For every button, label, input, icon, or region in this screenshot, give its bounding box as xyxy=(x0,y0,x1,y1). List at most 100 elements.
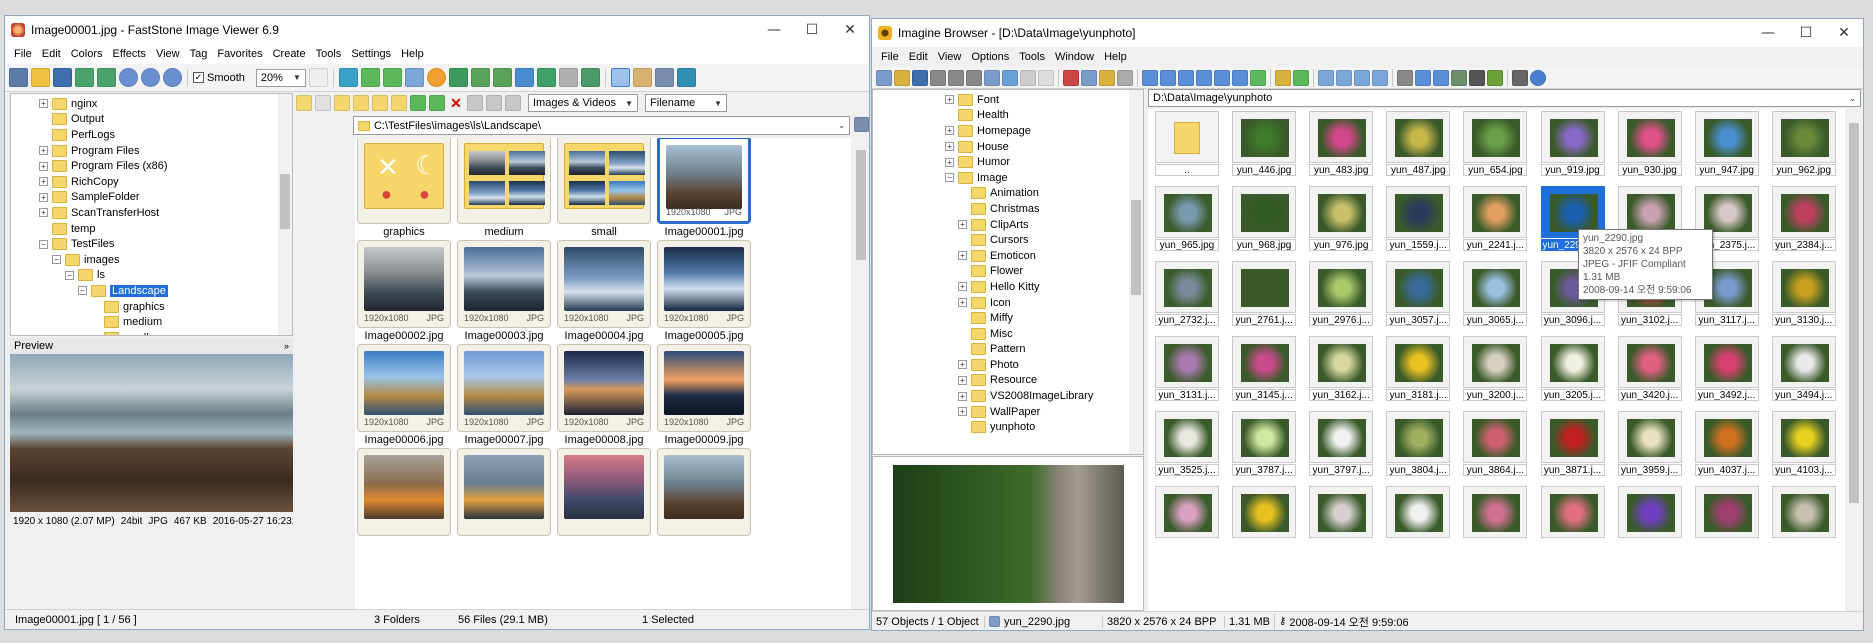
thumbnail-item[interactable]: 1920x1080 JPG xyxy=(457,344,551,432)
copy-icon[interactable] xyxy=(360,68,380,87)
collapse-icon[interactable]: − xyxy=(52,255,61,265)
tree-item[interactable]: small xyxy=(39,330,292,335)
rotate-right-icon[interactable] xyxy=(492,68,512,87)
filter-select[interactable]: Images & Videos ▼ xyxy=(528,94,638,112)
edit-icon[interactable] xyxy=(1512,69,1528,86)
copy-icon[interactable] xyxy=(1081,69,1097,86)
tree-item[interactable]: − ls xyxy=(39,268,292,284)
camera-icon[interactable] xyxy=(9,68,28,87)
tree-item[interactable]: temp xyxy=(39,221,292,237)
grid-item[interactable]: yun_2761.j... xyxy=(1232,261,1297,327)
thumbnail-item[interactable]: 1920x1080 JPG xyxy=(557,240,651,328)
grid-item[interactable]: yun_3492.j... xyxy=(1694,336,1759,402)
tree-item[interactable]: + House xyxy=(945,139,1143,155)
close-button[interactable]: ✕ xyxy=(831,22,869,38)
menu-item[interactable]: Colors xyxy=(66,48,108,60)
menu-item[interactable]: Tools xyxy=(1014,51,1050,63)
grid-item[interactable]: yun_3181.j... xyxy=(1386,336,1451,402)
tree-item[interactable]: + SampleFolder xyxy=(39,190,292,206)
batch-icon[interactable] xyxy=(1451,69,1467,86)
expand-icon[interactable]: + xyxy=(945,142,954,152)
grid-item[interactable]: yun_965.jpg xyxy=(1155,186,1219,252)
tree-scrollbar[interactable] xyxy=(1129,90,1143,454)
thumbnail-item[interactable]: 1920x1080 JPG xyxy=(657,344,751,432)
hand-tool-icon[interactable] xyxy=(308,68,328,87)
tree-item[interactable]: Christmas xyxy=(945,201,1143,217)
thumbnail-item[interactable]: 1920x1080 JPG xyxy=(657,240,751,328)
grid-item[interactable] xyxy=(1309,486,1374,552)
grid-item[interactable]: yun_3525.j... xyxy=(1155,411,1219,477)
grid-item[interactable] xyxy=(1540,486,1605,552)
grid-item[interactable]: yun_3797.j... xyxy=(1309,411,1374,477)
flip-icon[interactable] xyxy=(1214,69,1230,86)
open-icon[interactable] xyxy=(894,69,910,86)
thumbnail-item[interactable]: 1920x1080 JPG xyxy=(657,138,751,224)
tree-scroll-thumb[interactable] xyxy=(1131,200,1141,295)
collapse-icon[interactable]: » xyxy=(284,341,289,351)
detail-view-icon[interactable] xyxy=(632,68,652,87)
page-icon[interactable] xyxy=(1020,69,1036,86)
contact-view-icon[interactable] xyxy=(654,68,674,87)
tree-item[interactable]: + Icon xyxy=(945,295,1143,311)
tree-item[interactable]: + Program Files xyxy=(39,143,292,159)
thumbnail-scrollbar[interactable] xyxy=(854,138,868,610)
grid-item[interactable] xyxy=(1232,486,1297,552)
tree-item[interactable]: − Landscape xyxy=(39,283,292,299)
zoom-select[interactable]: 20% ▼ xyxy=(255,68,306,87)
expand-icon[interactable]: + xyxy=(39,161,48,171)
email-icon[interactable] xyxy=(580,68,600,87)
tools-icon[interactable] xyxy=(1397,69,1413,86)
menu-item[interactable]: Create xyxy=(268,48,311,60)
tree-item[interactable]: + Humor xyxy=(945,154,1143,170)
tree-item[interactable]: Animation xyxy=(945,186,1143,202)
tree-item[interactable]: Pattern xyxy=(945,342,1143,358)
grid-item[interactable]: yun_3057.j... xyxy=(1386,261,1451,327)
fit-icon[interactable] xyxy=(75,68,94,87)
thumbnail-item[interactable] xyxy=(457,138,551,224)
expand-icon[interactable]: + xyxy=(958,251,967,261)
tree-item[interactable]: + RichCopy xyxy=(39,174,292,190)
paste-icon[interactable] xyxy=(1099,69,1115,86)
grid-item[interactable]: yun_930.jpg xyxy=(1617,111,1682,177)
fit-screen-icon[interactable] xyxy=(97,68,116,87)
up-folder-icon[interactable] xyxy=(334,95,350,111)
thumbnail-item[interactable]: 1920x1080 JPG xyxy=(557,344,651,432)
tree-item[interactable]: + Photo xyxy=(945,357,1143,373)
tree-item[interactable]: + Resource xyxy=(945,373,1143,389)
resize-icon[interactable] xyxy=(536,68,556,87)
grid-item[interactable]: yun_3494.j... xyxy=(1771,336,1836,402)
fullscreen-icon[interactable] xyxy=(676,68,696,87)
collapse-icon[interactable]: − xyxy=(78,286,87,296)
expand-icon[interactable]: + xyxy=(958,298,967,308)
slideshow-icon[interactable] xyxy=(338,68,358,87)
convert-icon[interactable] xyxy=(984,69,1000,86)
maximize-button[interactable]: ☐ xyxy=(793,22,831,38)
print-preview-icon[interactable] xyxy=(948,69,964,86)
thumbnail-item[interactable]: 1920x1080 JPG xyxy=(357,344,451,432)
grid-item[interactable] xyxy=(1771,486,1836,552)
tree-item[interactable]: + ScanTransferHost xyxy=(39,205,292,221)
menu-item[interactable]: Edit xyxy=(37,48,66,60)
expand-icon[interactable]: + xyxy=(39,146,48,156)
menu-item[interactable]: Window xyxy=(1050,51,1099,63)
tree-scroll-thumb[interactable] xyxy=(280,174,290,229)
expand-icon[interactable]: + xyxy=(958,220,967,230)
menu-item[interactable]: File xyxy=(9,48,37,60)
folder-icon[interactable] xyxy=(1275,69,1291,86)
collapse-icon[interactable]: − xyxy=(65,270,74,280)
expand-icon[interactable]: + xyxy=(958,407,967,417)
maximize-button[interactable]: ☐ xyxy=(1787,25,1825,41)
tree-item[interactable]: Misc xyxy=(945,326,1143,342)
tree-item[interactable]: yunphoto xyxy=(945,419,1143,435)
grid-item[interactable]: yun_654.jpg xyxy=(1463,111,1528,177)
grid-item[interactable]: yun_3130.j... xyxy=(1771,261,1836,327)
tree-item[interactable]: Flower xyxy=(945,264,1143,280)
small-view-icon[interactable] xyxy=(1354,69,1370,86)
thumbnail-item[interactable] xyxy=(557,448,651,536)
histogram-icon[interactable] xyxy=(514,68,534,87)
tree-item[interactable]: + Homepage xyxy=(945,123,1143,139)
thumbnail-view-icon[interactable] xyxy=(1142,69,1158,86)
grid-item[interactable]: yun_3145.j... xyxy=(1232,336,1297,402)
thumbnail-item[interactable] xyxy=(657,448,751,536)
view-icon[interactable] xyxy=(876,69,892,86)
